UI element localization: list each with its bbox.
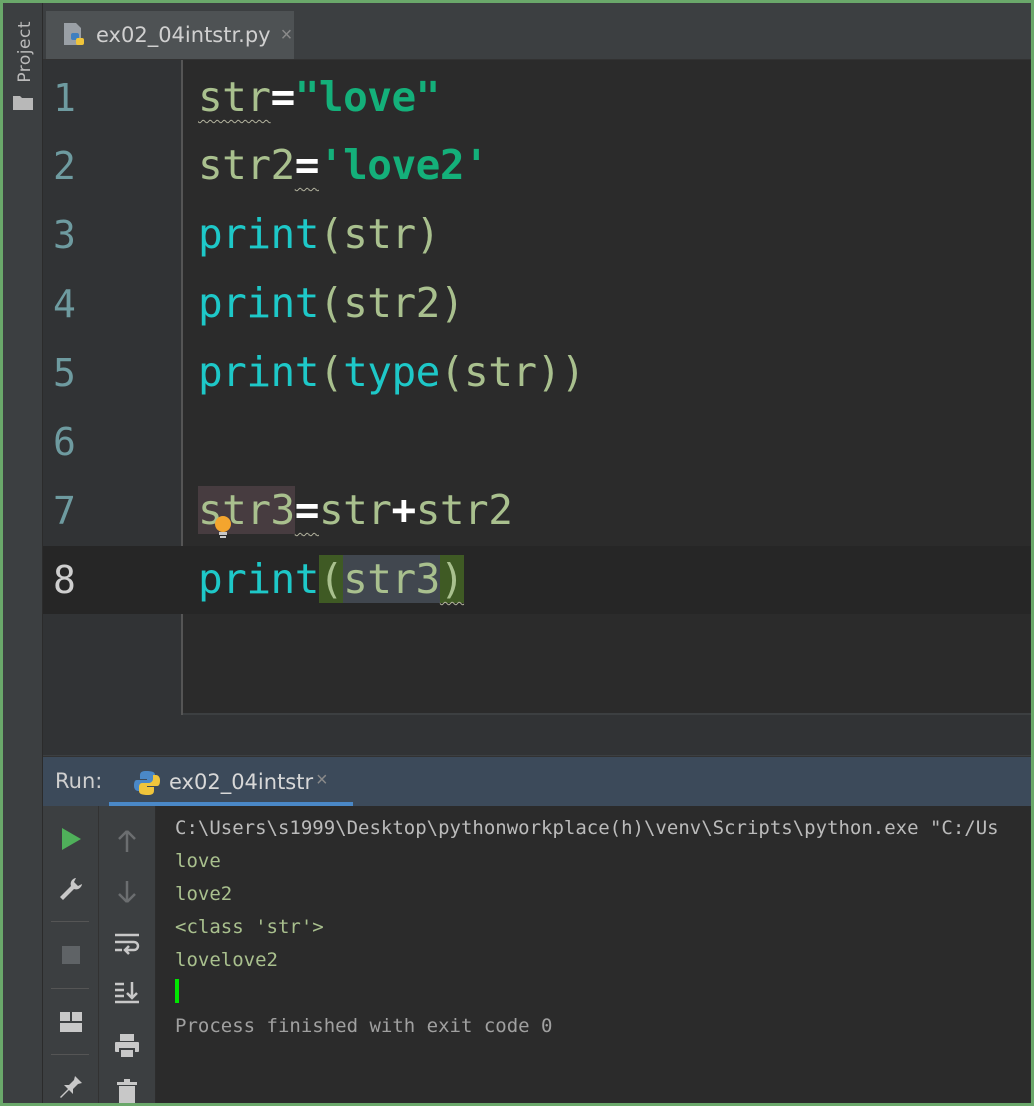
editor-tab[interactable]: ex02_04intstr.py × (46, 11, 294, 59)
stop-icon (62, 946, 80, 964)
console-command-line: C:\Users\s1999\Desktop\pythonworkplace(h… (175, 817, 999, 839)
line-number: 2 (53, 144, 76, 188)
code-line: 2 str2='love2' (43, 132, 1031, 200)
close-icon[interactable]: × (281, 24, 293, 47)
line-number: 1 (53, 76, 76, 120)
run-label: Run: (55, 769, 103, 793)
ide-window: Project ex02_04intstr.py × 1 str="love" … (3, 3, 1031, 1103)
run-toolbar-primary (43, 806, 99, 1103)
lightbulb-icon[interactable] (214, 515, 232, 541)
console-output-line: love (175, 850, 221, 872)
console-input-cursor[interactable] (175, 979, 179, 1003)
code-text: print(type(str)) (198, 348, 585, 396)
editor-tab-bar: ex02_04intstr.py × (43, 3, 1031, 60)
pin-tab-button[interactable] (53, 1068, 89, 1103)
run-panel-header: Run: ex02_04intstr × (43, 756, 1031, 807)
code-line-current: 8 print(str3) (43, 546, 1031, 614)
code-text: str2='love2' (198, 141, 489, 189)
clear-all-button[interactable] (109, 1074, 145, 1103)
code-text: print(str) (198, 210, 440, 258)
console-output-line: love2 (175, 883, 233, 905)
console-output-line: <class 'str'> (175, 916, 324, 938)
line-number: 6 (53, 420, 76, 464)
edit-configuration-button[interactable] (53, 871, 89, 907)
soft-wrap-icon (115, 933, 140, 955)
code-text: print(str3) (198, 555, 465, 603)
print-icon (115, 1034, 139, 1059)
soft-wrap-button[interactable] (109, 926, 145, 962)
toolbar-separator (51, 988, 89, 989)
code-text: str="love" (198, 73, 440, 121)
line-number: 4 (53, 282, 76, 326)
restore-layout-button[interactable] (53, 1004, 89, 1040)
console-output-line: lovelove2 (175, 949, 278, 971)
pin-icon (60, 1074, 82, 1098)
python-file-icon (64, 23, 84, 45)
project-tool-button[interactable]: Project (15, 21, 35, 83)
python-icon (134, 771, 160, 795)
line-number: 7 (53, 489, 76, 533)
print-button[interactable] (109, 1028, 145, 1064)
up-arrow-icon (118, 830, 136, 852)
close-icon[interactable]: × (316, 769, 328, 792)
code-line: 1 str="love" (43, 64, 1031, 132)
editor-tab-title: ex02_04intstr.py (96, 23, 271, 47)
code-line: 6 (43, 408, 1031, 476)
project-tool-strip: Project (3, 3, 43, 1103)
next-occurrence-button[interactable] (109, 874, 145, 910)
run-icon (62, 828, 81, 850)
run-tab-title: ex02_04intstr (169, 770, 314, 794)
line-number: 8 (53, 558, 76, 602)
code-text: print(str2) (198, 279, 465, 327)
console-exit-message: Process finished with exit code 0 (175, 1015, 553, 1037)
down-arrow-icon (118, 881, 136, 903)
scroll-to-end-icon (115, 982, 139, 1004)
stop-button[interactable] (53, 937, 89, 973)
folder-icon[interactable] (13, 95, 33, 110)
run-console[interactable]: C:\Users\s1999\Desktop\pythonworkplace(h… (156, 806, 1031, 1103)
previous-occurrence-button[interactable] (109, 823, 145, 859)
code-line: 4 print(str2) (43, 270, 1031, 338)
layout-icon (60, 1012, 82, 1032)
wrench-icon (60, 878, 82, 900)
code-text: str3=str+str2 (198, 486, 513, 534)
trash-icon (117, 1079, 137, 1103)
code-editor[interactable]: 1 str="love" 2 str2='love2' 3 print(str)… (43, 60, 1031, 755)
toolbar-separator (51, 921, 89, 922)
run-tab[interactable]: ex02_04intstr × (109, 757, 353, 807)
code-line: 5 print(type(str)) (43, 339, 1031, 407)
line-number: 5 (53, 351, 76, 395)
run-toolbar-secondary (99, 806, 156, 1103)
editor-bottom-bar (43, 715, 1031, 755)
code-line: 3 print(str) (43, 201, 1031, 269)
rerun-button[interactable] (53, 821, 89, 857)
code-line: 7 str3=str+str2 (43, 477, 1031, 545)
toolbar-separator (51, 1054, 89, 1055)
scroll-to-end-button[interactable] (109, 974, 145, 1010)
line-number: 3 (53, 213, 76, 257)
